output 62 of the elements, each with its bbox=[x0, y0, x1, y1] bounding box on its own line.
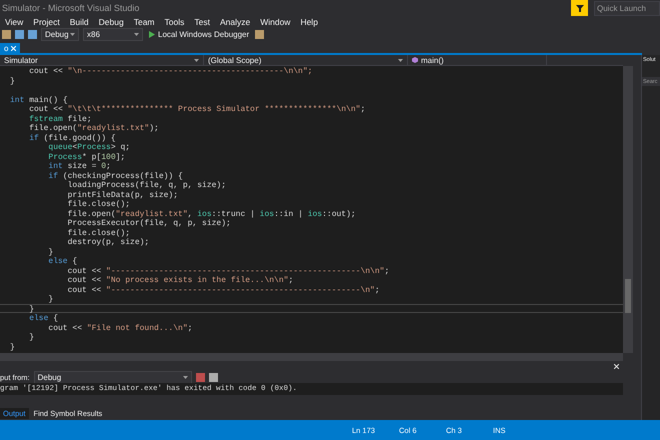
code-line: file.close(); bbox=[66, 228, 132, 237]
menu-item[interactable]: View bbox=[0, 17, 28, 27]
code-line: else { bbox=[47, 256, 78, 266]
scroll-bar[interactable] bbox=[623, 66, 633, 353]
code-line: int size = 0; bbox=[47, 161, 112, 170]
code-line: } bbox=[9, 342, 16, 351]
code-line: cout << "----------------------------------------------------\n\n"; bbox=[66, 266, 390, 275]
quick-launch-field[interactable]: Quick Launch bbox=[594, 0, 660, 16]
code-line: else { bbox=[28, 313, 60, 322]
code-line: cout << "No process exists in the file...\n\n"; bbox=[66, 275, 294, 284]
code-line: cout << "File not found...\n"; bbox=[47, 322, 194, 332]
code-line: destroy(p, size); bbox=[66, 237, 150, 246]
code-line: cout << "\n------------------------------------------\n\n"; bbox=[28, 66, 314, 76]
code-line: file.open("readylist.txt", ios::trunc | ios::in | ios::out); bbox=[66, 208, 357, 218]
code-line: printFileData(p, size); bbox=[66, 190, 180, 199]
menu-item[interactable]: Tools bbox=[160, 17, 190, 27]
caret-icon bbox=[194, 58, 199, 62]
output-source-dropdown[interactable]: Debug bbox=[34, 370, 192, 384]
menu-item[interactable]: Test bbox=[189, 17, 215, 27]
menu-item[interactable]: Window bbox=[255, 17, 296, 27]
menu-item[interactable]: Analyze bbox=[214, 17, 256, 27]
configuration-dropdown[interactable]: Debug bbox=[41, 28, 79, 41]
code-line: loadingProcess(file, q, p, size); bbox=[66, 180, 228, 190]
menu-item[interactable]: Build bbox=[64, 17, 94, 27]
member-dropdown[interactable]: main() bbox=[408, 55, 547, 65]
code-line: int main() { bbox=[9, 94, 68, 104]
run-button[interactable]: Local Windows Debugger bbox=[147, 30, 252, 39]
project-dropdown[interactable]: Simulator bbox=[0, 55, 204, 65]
menu-item[interactable]: Project bbox=[28, 17, 65, 27]
code-line: ProcessExecutor(file, q, p, size); bbox=[66, 218, 232, 228]
code-line: Process* p[100]; bbox=[47, 152, 126, 161]
code-line: queue<Process> q; bbox=[47, 142, 132, 152]
method-icon bbox=[412, 57, 418, 63]
code-line: } bbox=[0, 304, 623, 313]
close-icon[interactable] bbox=[614, 364, 619, 368]
menu-item[interactable]: Debug bbox=[94, 17, 129, 27]
scope-dropdown[interactable]: (Global Scope) bbox=[204, 55, 408, 65]
code-line: fstream file; bbox=[28, 114, 93, 123]
caret-icon bbox=[398, 58, 403, 62]
code-line: } bbox=[47, 246, 54, 256]
window-title: Simulator - Microsoft Visual Studio bbox=[2, 3, 140, 13]
caret-icon bbox=[134, 33, 139, 36]
code-line: } bbox=[47, 294, 54, 304]
platform-dropdown[interactable]: x86 bbox=[83, 28, 143, 41]
caret-icon bbox=[70, 33, 75, 36]
caret-icon bbox=[182, 376, 188, 378]
code-line: if (checkingProcess(file)) { bbox=[47, 170, 184, 180]
funnel-icon bbox=[576, 4, 584, 12]
code-line: } bbox=[9, 76, 16, 85]
feedback-button[interactable] bbox=[571, 0, 588, 16]
code-line: if (file.good()) { bbox=[28, 132, 117, 142]
menu-item[interactable]: Help bbox=[295, 17, 323, 27]
code-line: } bbox=[28, 332, 36, 342]
code-line: cout << "\t\t\t*************** Process Simulator ***************\n\n"; bbox=[28, 104, 366, 114]
horizontal-scroll-bar[interactable] bbox=[0, 353, 623, 361]
play-icon bbox=[149, 31, 155, 38]
document-tab[interactable]: o bbox=[0, 43, 20, 53]
menu-item[interactable]: Team bbox=[128, 17, 160, 27]
code-line: file.open("readylist.txt"); bbox=[28, 123, 160, 132]
code-editor[interactable] bbox=[0, 66, 623, 353]
code-line: file.close(); bbox=[66, 199, 132, 208]
code-line: cout << "----------------------------------------------------\n"; bbox=[66, 284, 381, 294]
